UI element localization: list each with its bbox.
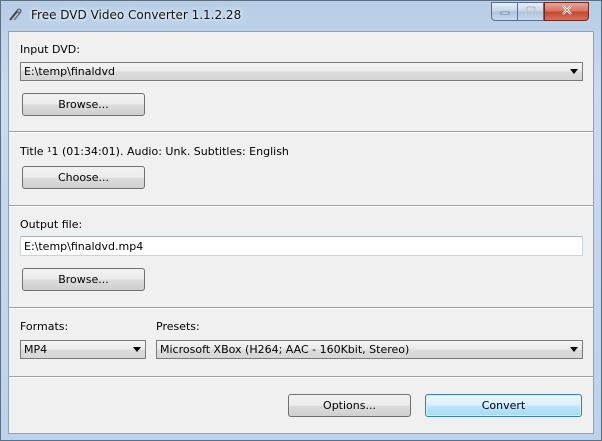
choose-title-button[interactable]: Choose... (22, 166, 145, 189)
formats-value: MP4 (24, 343, 48, 356)
app-window: Free DVD Video Converter 1.1.2.28 Input … (0, 0, 602, 441)
section-divider (9, 131, 593, 133)
presets-combo[interactable]: Microsoft XBox (H264; AAC - 160Kbit, Ste… (156, 340, 583, 359)
section-divider (9, 376, 593, 378)
title-info-text: Title ¹1 (01:34:01). Audio: Unk. Subtitl… (20, 145, 289, 158)
chevron-down-icon (133, 347, 141, 352)
main-panel: Input DVD: E:\temp\finaldvd Browse... Ti… (8, 31, 594, 434)
output-file-input[interactable] (21, 237, 582, 255)
input-dvd-value: E:\temp\finaldvd (24, 65, 116, 78)
input-browse-button[interactable]: Browse... (22, 93, 145, 116)
window-title: Free DVD Video Converter 1.1.2.28 (31, 8, 242, 22)
options-button[interactable]: Options... (288, 394, 411, 417)
maximize-button[interactable] (517, 2, 544, 21)
chevron-down-icon (570, 347, 578, 352)
section-divider (9, 307, 593, 309)
presets-value: Microsoft XBox (H264; AAC - 160Kbit, Ste… (160, 343, 410, 356)
section-divider (9, 205, 593, 207)
formats-combo[interactable]: MP4 (20, 340, 146, 359)
output-file-label: Output file: (20, 218, 83, 231)
convert-button[interactable]: Convert (425, 394, 582, 417)
minimize-icon (500, 5, 510, 18)
close-icon (561, 5, 573, 18)
chevron-down-icon (570, 69, 578, 74)
output-browse-button[interactable]: Browse... (22, 268, 145, 291)
title-bar[interactable]: Free DVD Video Converter 1.1.2.28 (1, 1, 601, 29)
presets-label: Presets: (156, 320, 200, 333)
input-dvd-label: Input DVD: (20, 43, 80, 56)
minimize-button[interactable] (491, 2, 518, 21)
close-button[interactable] (544, 2, 589, 21)
formats-label: Formats: (20, 320, 69, 333)
output-file-field[interactable] (20, 236, 583, 256)
dvd-converter-app-icon[interactable] (7, 7, 23, 23)
input-dvd-combo[interactable]: E:\temp\finaldvd (20, 62, 583, 81)
maximize-icon (525, 5, 536, 18)
